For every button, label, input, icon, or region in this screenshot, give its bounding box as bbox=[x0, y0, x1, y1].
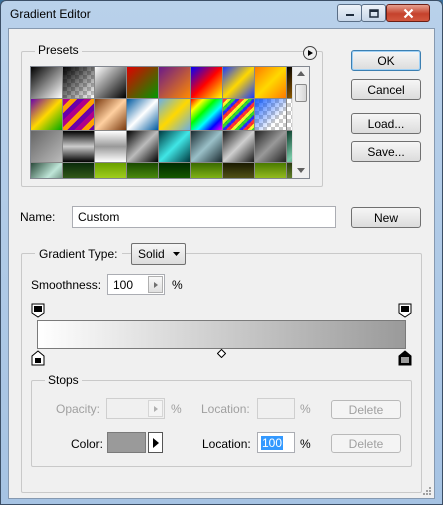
presets-scrollbar[interactable] bbox=[292, 67, 309, 178]
preset-swatch[interactable] bbox=[255, 163, 287, 178]
color-location-unit: % bbox=[300, 437, 311, 451]
opacity-stop-left[interactable] bbox=[31, 303, 45, 318]
dialog-body: Presets OK Cancel Load... Save... Name: … bbox=[8, 28, 435, 499]
preset-swatch[interactable] bbox=[63, 163, 95, 178]
gradient-preview-bar[interactable] bbox=[37, 320, 406, 349]
color-label: Color: bbox=[71, 437, 104, 451]
preset-swatch[interactable] bbox=[191, 99, 223, 131]
preset-swatch[interactable] bbox=[159, 163, 191, 178]
presets-label: Presets bbox=[35, 43, 82, 57]
preset-swatch[interactable] bbox=[31, 99, 63, 131]
preset-swatch[interactable] bbox=[223, 163, 255, 178]
opacity-location-label: Location: bbox=[201, 402, 250, 416]
close-icon bbox=[403, 8, 413, 18]
stops-group bbox=[31, 380, 412, 467]
delete-color-stop-button[interactable]: Delete bbox=[331, 434, 401, 453]
preset-swatch[interactable] bbox=[63, 131, 95, 163]
resize-grip-icon[interactable] bbox=[422, 486, 432, 496]
smoothness-label: Smoothness: bbox=[31, 278, 102, 292]
color-stop-right-selected[interactable] bbox=[398, 350, 412, 366]
ok-button[interactable]: OK bbox=[351, 50, 421, 71]
scroll-down-icon[interactable] bbox=[297, 168, 305, 173]
preset-swatch[interactable] bbox=[159, 67, 191, 99]
preset-swatch[interactable] bbox=[31, 163, 63, 178]
preset-swatch[interactable] bbox=[159, 131, 191, 163]
gradient-type-label: Gradient Type: bbox=[39, 247, 118, 261]
preset-swatch[interactable] bbox=[255, 131, 287, 163]
stop-color-swatch[interactable] bbox=[107, 432, 146, 453]
window-title: Gradient Editor bbox=[10, 7, 91, 21]
maximize-icon bbox=[368, 8, 379, 18]
preset-swatch[interactable] bbox=[223, 67, 255, 99]
presets-menu-button[interactable] bbox=[303, 46, 317, 60]
gradient-editor-window: Gradient Editor Presets OK Cancel Load..… bbox=[0, 0, 443, 505]
cancel-button[interactable]: Cancel bbox=[351, 79, 421, 100]
save-button[interactable]: Save... bbox=[351, 141, 421, 162]
preset-swatch[interactable] bbox=[63, 67, 95, 99]
preset-swatch[interactable] bbox=[127, 163, 159, 178]
preset-swatch[interactable] bbox=[95, 131, 127, 163]
minimize-button[interactable] bbox=[337, 4, 362, 22]
gradient-type-value: Solid bbox=[138, 247, 165, 261]
stops-label: Stops bbox=[45, 373, 82, 387]
smoothness-slider-button[interactable] bbox=[148, 276, 163, 293]
preset-swatch[interactable] bbox=[95, 163, 127, 178]
preset-swatch[interactable] bbox=[223, 99, 255, 131]
preset-swatch[interactable] bbox=[223, 131, 255, 163]
preset-swatch[interactable] bbox=[127, 67, 159, 99]
delete-opacity-stop-button[interactable]: Delete bbox=[331, 400, 401, 419]
color-stop-left[interactable] bbox=[31, 350, 45, 366]
chevron-down-icon bbox=[173, 252, 180, 256]
preset-swatch[interactable] bbox=[255, 67, 287, 99]
minimize-icon bbox=[345, 14, 354, 16]
gradient-type-select[interactable]: Solid bbox=[131, 243, 186, 265]
opacity-label: Opacity: bbox=[56, 402, 101, 416]
gradient-type-row: Gradient Type: bbox=[35, 243, 122, 265]
preset-swatch[interactable] bbox=[63, 99, 95, 131]
color-location-value: 100 bbox=[261, 435, 284, 450]
preset-swatch[interactable] bbox=[95, 99, 127, 131]
triangle-right-icon bbox=[153, 281, 158, 288]
new-button[interactable]: New bbox=[351, 207, 421, 228]
presets-list[interactable] bbox=[30, 66, 310, 179]
preset-swatch[interactable] bbox=[127, 99, 159, 131]
preset-swatch[interactable] bbox=[191, 131, 223, 163]
opacity-unit: % bbox=[171, 402, 182, 416]
preset-swatch[interactable] bbox=[127, 131, 159, 163]
color-midpoint-diamond[interactable] bbox=[217, 349, 226, 358]
smoothness-unit: % bbox=[172, 278, 183, 292]
opacity-location-input[interactable] bbox=[257, 398, 295, 419]
preset-swatch[interactable] bbox=[191, 163, 223, 178]
scroll-up-icon[interactable] bbox=[297, 71, 305, 76]
load-button[interactable]: Load... bbox=[351, 113, 421, 134]
preset-swatch[interactable] bbox=[31, 131, 63, 163]
title-bar[interactable]: Gradient Editor bbox=[1, 1, 442, 27]
color-location-input[interactable]: 100 bbox=[257, 432, 295, 453]
scroll-thumb[interactable] bbox=[295, 84, 307, 102]
name-field[interactable]: Custom bbox=[72, 206, 336, 228]
preset-swatch[interactable] bbox=[159, 99, 191, 131]
opacity-location-unit: % bbox=[300, 402, 311, 416]
close-button[interactable] bbox=[386, 4, 430, 22]
opacity-stop-right[interactable] bbox=[398, 303, 412, 318]
stop-color-menu-button[interactable] bbox=[148, 432, 163, 453]
preset-swatch[interactable] bbox=[31, 67, 63, 99]
circle-arrow-right-icon bbox=[308, 50, 313, 56]
preset-swatch[interactable] bbox=[255, 99, 287, 131]
triangle-right-icon bbox=[153, 405, 158, 412]
name-label: Name: bbox=[20, 210, 56, 224]
preset-swatch[interactable] bbox=[191, 67, 223, 99]
triangle-right-icon bbox=[152, 437, 159, 448]
preset-swatch[interactable] bbox=[95, 67, 127, 99]
opacity-slider-button[interactable] bbox=[148, 400, 163, 417]
color-location-label: Location: bbox=[202, 437, 251, 451]
maximize-button[interactable] bbox=[361, 4, 386, 22]
